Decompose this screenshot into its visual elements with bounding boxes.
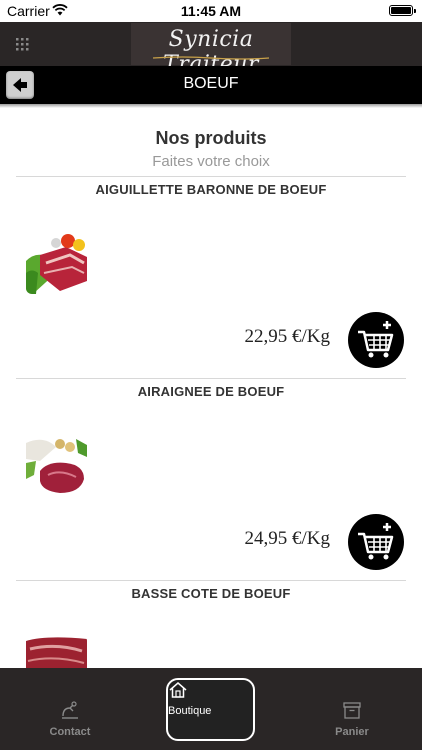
- product-price: 22,95 €/Kg: [244, 326, 331, 347]
- section-subheading: Faites votre choix: [152, 153, 270, 170]
- tab-boutique[interactable]: Boutique: [166, 678, 255, 741]
- contact-icon: [62, 701, 78, 719]
- brand-logo: Synicia Traiteur: [131, 23, 291, 77]
- product-image[interactable]: [26, 233, 87, 294]
- tab-contact[interactable]: Contact: [0, 668, 140, 750]
- product-name[interactable]: AIGUILLETTE BARONNE DE BOEUF: [0, 182, 422, 197]
- app-header: Synicia Traiteur: [0, 22, 422, 77]
- tab-bar: Contact Boutique Panier: [0, 668, 422, 750]
- add-to-cart-button[interactable]: [348, 514, 404, 570]
- divider: [16, 580, 406, 581]
- page-title: BOEUF: [183, 75, 239, 92]
- product-price: 24,95 €/Kg: [244, 528, 331, 549]
- home-icon: [169, 682, 187, 698]
- product-image[interactable]: [26, 435, 87, 496]
- logo-flourish: [153, 56, 269, 60]
- tab-panier[interactable]: Panier: [282, 668, 422, 750]
- section-heading: Nos produits: [155, 128, 267, 148]
- divider: [16, 378, 406, 379]
- product-list[interactable]: Nos produits Faites votre choix AIGUILLE…: [0, 108, 422, 668]
- status-bar: Carrier 11:45 AM: [0, 0, 422, 22]
- clock: 11:45 AM: [180, 3, 242, 19]
- battery-icon: [389, 5, 416, 16]
- divider: [16, 176, 406, 177]
- tab-label: Boutique: [168, 705, 212, 717]
- cart-plus-icon: [358, 523, 394, 560]
- nav-bar: BOEUF: [0, 66, 422, 104]
- product-name[interactable]: BASSE COTE DE BOEUF: [0, 586, 422, 601]
- box-icon: [343, 702, 361, 719]
- tab-label: Panier: [335, 726, 369, 738]
- product-image[interactable]: [26, 635, 87, 668]
- tab-label: Contact: [49, 726, 91, 738]
- cart-plus-icon: [358, 321, 394, 358]
- add-to-cart-button[interactable]: [348, 312, 404, 368]
- grid-icon[interactable]: [16, 38, 29, 51]
- product-name[interactable]: AIRAIGNEE DE BOEUF: [0, 384, 422, 399]
